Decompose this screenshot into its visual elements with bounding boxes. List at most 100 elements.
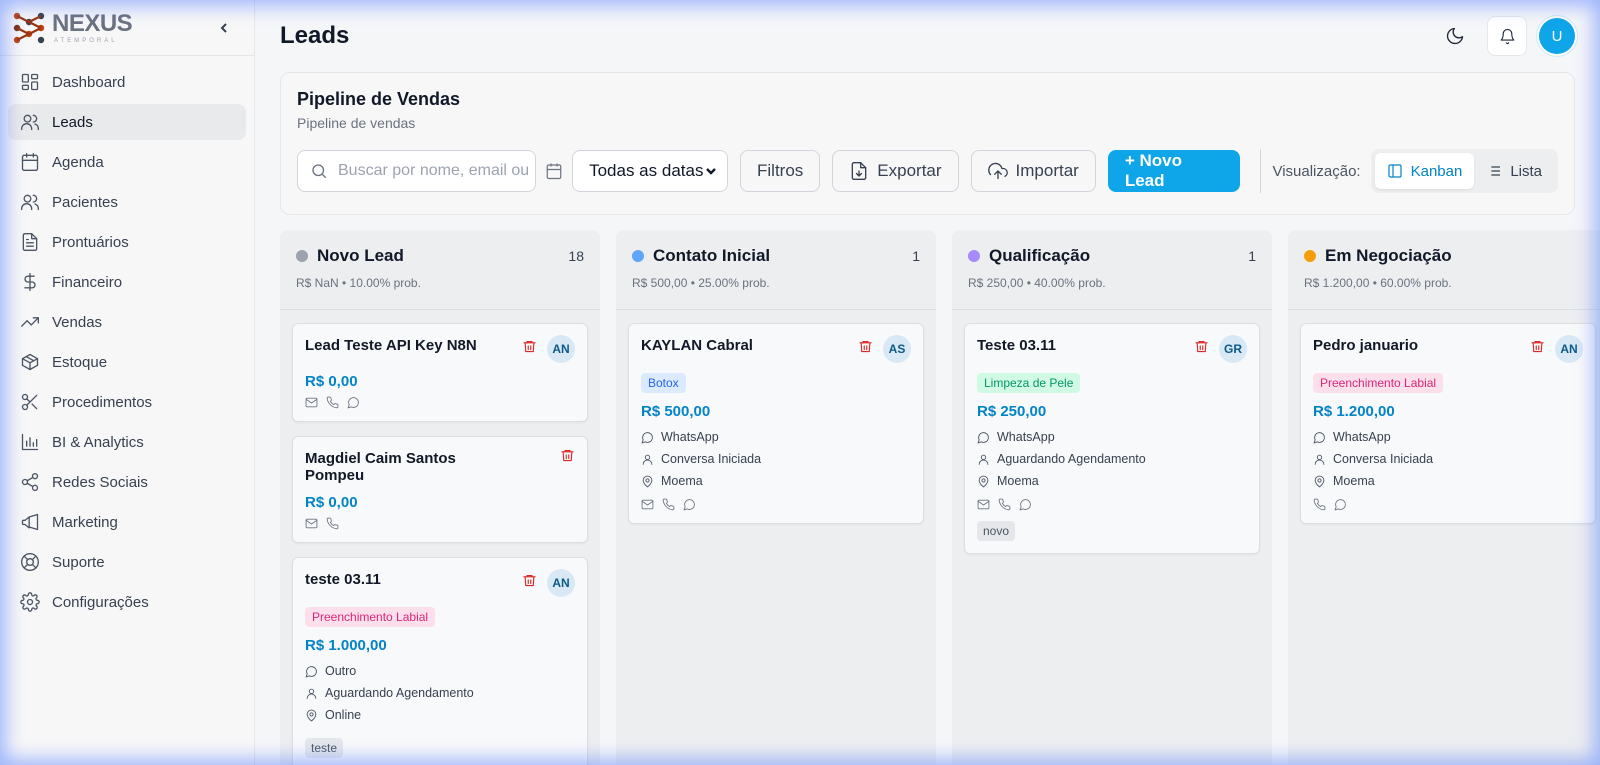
sidebar-item-vendas[interactable]: Vendas	[8, 304, 246, 340]
lead-card[interactable]: KAYLAN Cabral AS Botox R$ 500,00 WhatsAp…	[628, 323, 924, 524]
pipeline-title: Pipeline de Vendas	[297, 89, 461, 109]
mail-icon[interactable]	[305, 396, 318, 409]
contact-icons	[641, 498, 911, 511]
lead-amount: R$ 250,00	[977, 403, 1047, 420]
message-icon[interactable]	[1019, 498, 1032, 511]
package-icon	[20, 352, 40, 372]
phone-icon[interactable]	[662, 498, 675, 511]
dollar-icon	[20, 272, 40, 292]
view-kanban-button[interactable]: Kanban	[1374, 153, 1475, 189]
search-input[interactable]	[338, 162, 528, 180]
message-icon[interactable]	[347, 396, 360, 409]
sidebar-item-label: Marketing	[52, 513, 118, 531]
sidebar-item-financeiro[interactable]: Financeiro	[8, 264, 246, 300]
sidebar-item-label: Suporte	[52, 553, 105, 571]
sidebar-item-pacientes[interactable]: Pacientes	[8, 184, 246, 220]
column-header: Novo Lead 18 R$ NaN • 10.00% prob.	[280, 230, 600, 310]
user-icon	[1314, 454, 1325, 465]
user-avatar[interactable]: U	[1539, 18, 1575, 54]
lead-amount: R$ 0,00	[305, 494, 358, 511]
column-contato-inicial: Contato Inicial 1 R$ 500,00 • 25.00% pro…	[616, 230, 936, 765]
trash-icon	[859, 340, 872, 353]
lead-channel: Outro	[325, 664, 357, 678]
message-icon	[1313, 431, 1325, 443]
lead-card[interactable]: teste 03.11 AN Preenchimento Labial R$ 1…	[292, 557, 588, 765]
sidebar-item-suporte[interactable]: Suporte	[8, 544, 246, 580]
lead-name: KAYLAN Cabral	[641, 337, 753, 354]
sidebar-item-marketing[interactable]: Marketing	[8, 504, 246, 540]
topbar: Leads U	[255, 0, 1600, 72]
phone-icon[interactable]	[326, 517, 339, 530]
lead-card[interactable]: Teste 03.11 GR Limpeza de Pele R$ 250,00…	[964, 323, 1260, 554]
sidebar-item-label: BI & Analytics	[52, 433, 144, 451]
view-toggle: Kanban Lista	[1370, 149, 1558, 193]
phone-icon[interactable]	[998, 498, 1011, 511]
new-lead-label: + Novo Lead	[1124, 151, 1182, 190]
lead-status: Conversa Iniciada	[1333, 452, 1434, 466]
notifications-button[interactable]	[1487, 16, 1527, 56]
assignee-avatar: AS	[883, 335, 911, 363]
lead-card[interactable]: Lead Teste API Key N8N AN R$ 0,00	[292, 323, 588, 422]
procedure-tag: Preenchimento Labial	[305, 607, 436, 627]
status-dot	[296, 250, 308, 262]
column-count: 1	[1248, 248, 1256, 264]
sidebar-item-bi-analytics[interactable]: BI & Analytics	[8, 424, 246, 460]
users-icon	[20, 112, 40, 132]
mail-icon[interactable]	[305, 517, 318, 530]
lead-location: Moema	[997, 474, 1039, 488]
assignee-avatar: AN	[547, 335, 575, 363]
sidebar-item-configuracoes[interactable]: Configurações	[8, 584, 246, 620]
file-text-icon	[20, 232, 40, 252]
theme-toggle-button[interactable]	[1435, 16, 1475, 56]
phone-icon[interactable]	[1313, 498, 1326, 511]
sidebar-item-agenda[interactable]: Agenda	[8, 144, 246, 180]
delete-lead-button[interactable]	[522, 339, 537, 359]
column-title: Qualificação	[989, 246, 1091, 265]
calendar-icon	[536, 162, 573, 180]
lead-card[interactable]: Magdiel Caim Santos Pompeu R$ 0,00	[292, 436, 588, 543]
top-actions: U	[1435, 16, 1575, 56]
filters-button[interactable]: Filtros	[740, 150, 821, 192]
column-summary: R$ 250,00 • 40.00% prob.	[968, 276, 1106, 290]
delete-lead-button[interactable]	[1194, 339, 1209, 359]
sidebar-item-estoque[interactable]: Estoque	[8, 344, 246, 380]
map-pin-icon	[642, 475, 653, 487]
users-icon	[20, 192, 40, 212]
dashboard-icon	[20, 72, 40, 92]
column-title: Novo Lead	[317, 246, 404, 265]
delete-lead-button[interactable]	[560, 448, 575, 468]
new-lead-button[interactable]: + Novo Lead	[1107, 150, 1240, 192]
lead-card[interactable]: Pedro januario AN Preenchimento Labial R…	[1300, 323, 1596, 524]
sidebar-item-prontuarios[interactable]: Prontuários	[8, 224, 246, 260]
date-filter-select[interactable]: Todas as datas	[572, 150, 728, 192]
settings-icon	[20, 592, 40, 612]
phone-icon[interactable]	[326, 396, 339, 409]
pipeline-toolbar: Todas as datas Filtros Exportar Importar…	[297, 149, 1558, 193]
message-icon[interactable]	[683, 498, 696, 511]
sidebar-item-procedimentos[interactable]: Procedimentos	[8, 384, 246, 420]
view-list-button[interactable]: Lista	[1474, 153, 1554, 189]
lead-channel: WhatsApp	[997, 430, 1055, 444]
lead-location: Moema	[661, 474, 703, 488]
sidebar-item-dashboard[interactable]: Dashboard	[8, 64, 246, 100]
column-count: 1	[912, 248, 920, 264]
status-dot	[968, 250, 980, 262]
collapse-sidebar-button[interactable]	[214, 18, 234, 38]
delete-lead-button[interactable]	[522, 573, 537, 593]
delete-lead-button[interactable]	[858, 339, 873, 359]
trash-icon	[523, 574, 536, 587]
delete-lead-button[interactable]	[1530, 339, 1545, 359]
mail-icon[interactable]	[977, 498, 990, 511]
status-dot	[632, 250, 644, 262]
import-button[interactable]: Importar	[970, 150, 1096, 192]
lead-tag: teste	[305, 738, 344, 758]
sidebar-item-leads[interactable]: Leads	[8, 104, 246, 140]
sidebar-item-redes-sociais[interactable]: Redes Sociais	[8, 464, 246, 500]
message-icon	[305, 665, 317, 677]
megaphone-icon	[20, 512, 40, 532]
mail-icon[interactable]	[641, 498, 654, 511]
column-header: Qualificação 1 R$ 250,00 • 40.00% prob.	[952, 230, 1272, 310]
message-icon[interactable]	[1334, 498, 1347, 511]
export-button[interactable]: Exportar	[832, 150, 959, 192]
column-count: 18	[568, 248, 584, 264]
